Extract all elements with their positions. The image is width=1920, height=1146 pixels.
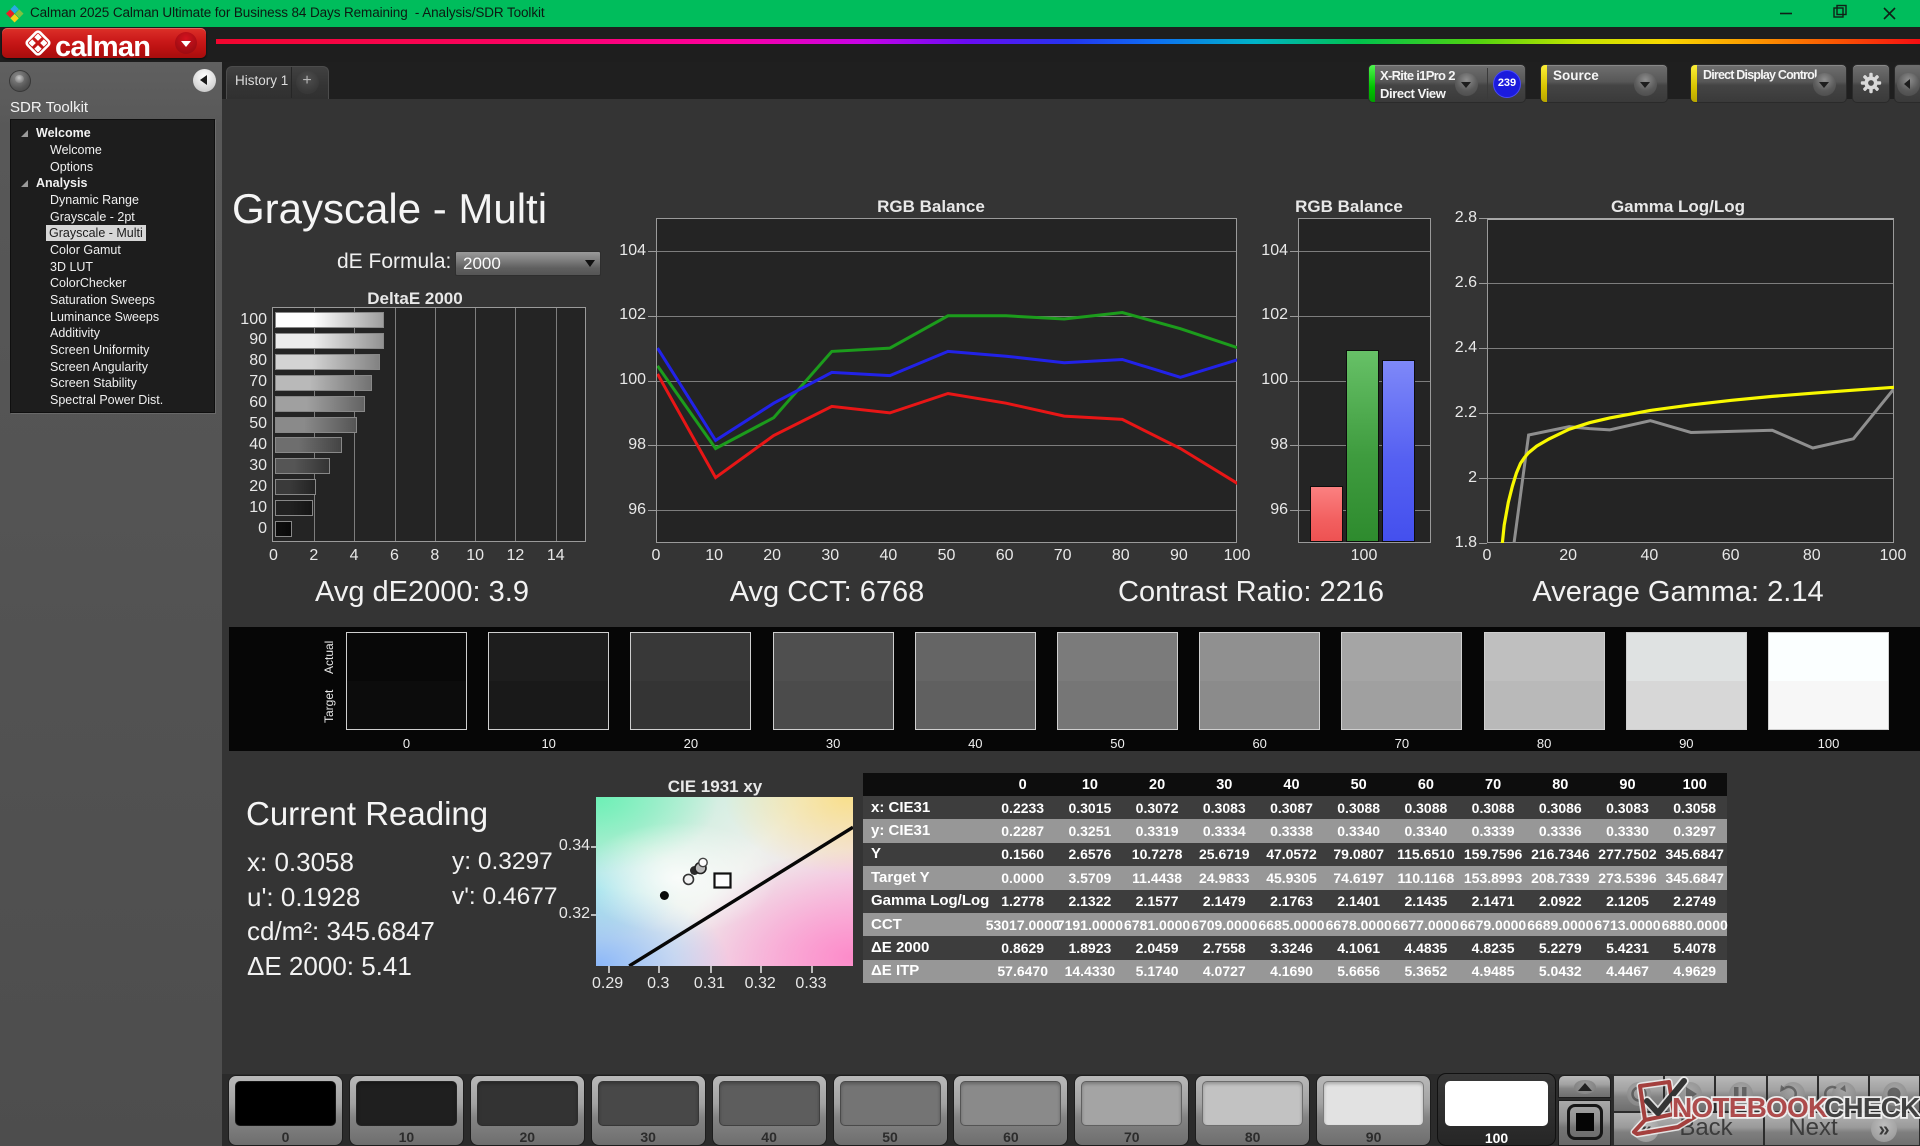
- svg-text:CHECK: CHECK: [1824, 1092, 1920, 1123]
- svg-text:NOTEBOOK: NOTEBOOK: [1672, 1092, 1828, 1123]
